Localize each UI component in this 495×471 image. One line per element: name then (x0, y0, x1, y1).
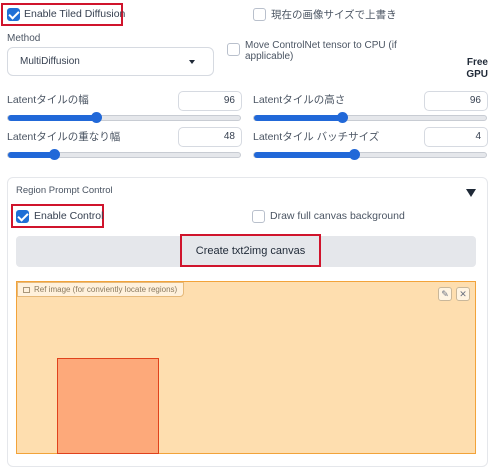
region-prompt-control-title: Region Prompt Control (16, 185, 113, 196)
overwrite-image-size-checkbox[interactable] (253, 8, 266, 21)
latent-batch-slider[interactable] (253, 149, 487, 160)
edit-pencil-icon[interactable]: ✎ (438, 287, 452, 301)
close-icon[interactable]: ✕ (456, 287, 470, 301)
create-txt2img-canvas-button[interactable]: Create txt2img canvas (180, 234, 321, 267)
latent-overlap-input[interactable]: 48 (178, 127, 242, 147)
ref-image-label: Ref image (for conviently locate regions… (34, 285, 178, 294)
image-icon (23, 287, 30, 293)
collapse-triangle-icon[interactable] (466, 189, 476, 197)
latent-width-slider-thumb[interactable] (91, 112, 103, 123)
ref-image-tag: Ref image (for conviently locate regions… (17, 282, 185, 297)
latent-height-input[interactable]: 96 (424, 91, 488, 111)
method-label: Method (7, 33, 41, 44)
enable-control-label: Enable Control (34, 210, 104, 222)
move-controlnet-checkbox[interactable] (227, 43, 240, 56)
latent-overlap-slider-thumb[interactable] (49, 149, 61, 160)
latent-width-label: Latentタイルの幅 (7, 94, 89, 106)
latent-width-slider[interactable] (7, 112, 241, 123)
latent-batch-slider-thumb[interactable] (348, 149, 360, 160)
latent-width-input[interactable]: 96 (178, 91, 242, 111)
latent-height-label: Latentタイルの高さ (253, 94, 346, 106)
draw-full-canvas-checkbox[interactable] (252, 210, 265, 223)
create-canvas-button-label: Create txt2img canvas (195, 245, 306, 257)
move-controlnet-label: Move ControlNet tensor to CPU (if applic… (245, 40, 397, 62)
latent-overlap-slider-fill (8, 152, 55, 158)
free-gpu-button[interactable]: Free GPU (458, 57, 488, 81)
enable-tiled-diffusion-checkbox[interactable] (7, 8, 20, 21)
latent-overlap-slider[interactable] (7, 149, 241, 160)
latent-width-slider-fill (8, 115, 97, 121)
latent-batch-label: Latentタイル バッチサイズ (253, 131, 380, 143)
region-rectangle[interactable] (57, 358, 159, 454)
latent-batch-slider-fill (254, 152, 354, 158)
chevron-down-icon (189, 60, 195, 64)
enable-tiled-diffusion-label: Enable Tiled Diffusion (24, 8, 126, 20)
latent-batch-input[interactable]: 4 (424, 127, 488, 147)
latent-height-slider-fill (254, 115, 343, 121)
latent-overlap-label: Latentタイルの重なり幅 (7, 131, 121, 143)
method-select-value: MultiDiffusion (20, 56, 80, 67)
overwrite-image-size-label: 現在の画像サイズで上書き (271, 9, 397, 21)
draw-full-canvas-label: Draw full canvas background (270, 210, 405, 222)
enable-control-checkbox[interactable] (16, 210, 29, 223)
method-select[interactable]: MultiDiffusion (7, 47, 214, 76)
latent-height-slider-thumb[interactable] (337, 112, 349, 123)
latent-height-slider[interactable] (253, 112, 487, 123)
